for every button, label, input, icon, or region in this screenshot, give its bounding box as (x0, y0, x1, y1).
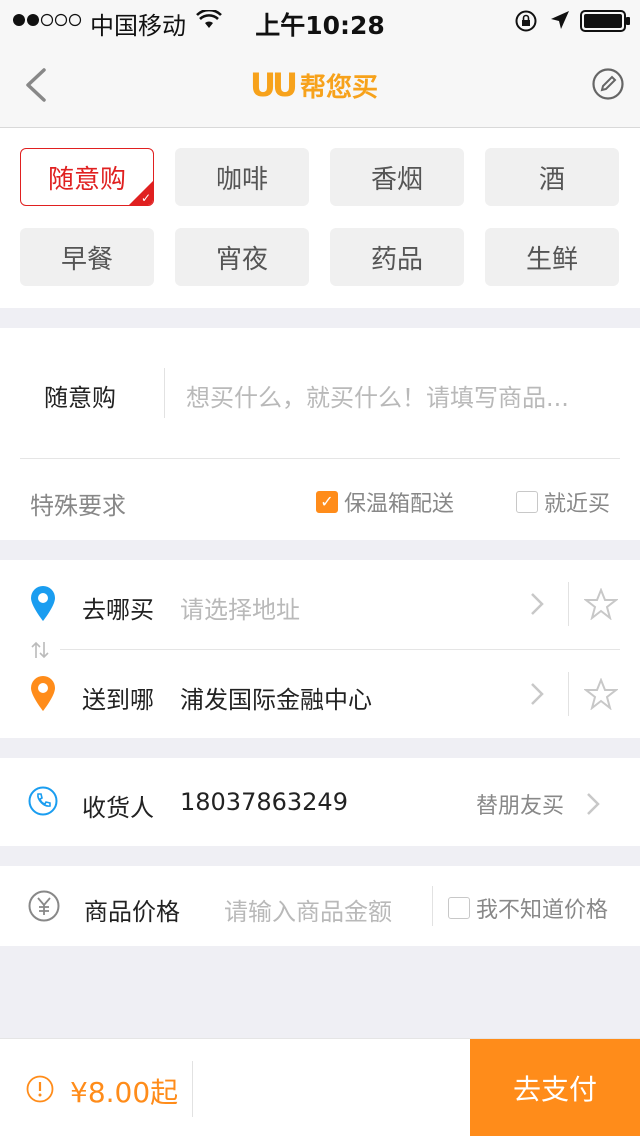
price-label: 商品价格 (84, 898, 180, 926)
buy-location-label: 去哪买 (82, 596, 154, 624)
unknown-price-option[interactable]: 我不知道价格 (448, 892, 608, 924)
category-fresh-food[interactable]: 生鲜 (485, 228, 619, 286)
rotation-lock-icon (515, 10, 537, 32)
insulated-delivery-option[interactable]: ✓ 保温箱配送 (316, 486, 454, 518)
status-time: 上午10:28 (255, 11, 385, 40)
delivery-fee: ¥8.00起 (70, 1076, 179, 1109)
receiver-phone[interactable]: 18037863249 (180, 788, 348, 816)
category-label: 宵夜 (215, 244, 268, 275)
price-input[interactable]: 请输入商品金额 (224, 892, 392, 927)
category-late-snack[interactable]: 宵夜 (175, 228, 309, 286)
category-random-buy[interactable]: 随意购 ✓ (20, 148, 154, 206)
divider (432, 886, 433, 926)
checkbox-unchecked-icon[interactable] (516, 491, 538, 513)
buy-location-input[interactable]: 请选择地址 (180, 590, 300, 625)
chevron-right-icon (587, 793, 600, 815)
insulated-delivery-label: 保温箱配送 (344, 492, 455, 517)
receiver-section: 收货人 18037863249 替朋友买 (0, 758, 640, 846)
item-description-section: 随意购 想买什么，就买什么！请填写商品... 特殊要求 ✓ 保温箱配送 就近买 (0, 328, 640, 540)
pay-button[interactable]: 去支付 (470, 1039, 640, 1136)
pay-button-label: 去支付 (512, 1073, 597, 1106)
deliver-location-row[interactable]: 送到哪 浦发国际金融中心 (0, 650, 560, 738)
logo-text: 帮您买 (299, 72, 378, 103)
edit-pencil-icon[interactable] (592, 68, 624, 100)
logo-mark: UU (250, 66, 298, 104)
divider (192, 1061, 193, 1117)
category-label: 咖啡 (215, 164, 268, 195)
category-medicine[interactable]: 药品 (330, 228, 464, 286)
category-label: 随意购 (47, 164, 126, 195)
battery-icon (580, 10, 630, 32)
phone-icon (28, 786, 58, 816)
category-label: 生鲜 (525, 244, 578, 275)
category-cigarettes[interactable]: 香烟 (330, 148, 464, 206)
favorite-star-icon[interactable] (584, 588, 618, 620)
price-section: 商品价格 请输入商品金额 我不知道价格 (0, 866, 640, 946)
buy-for-friend-link[interactable]: 替朋友买 (476, 788, 600, 820)
category-label: 药品 (370, 244, 423, 275)
unknown-price-label: 我不知道价格 (476, 898, 609, 923)
check-icon: ✓ (140, 191, 151, 205)
divider (20, 458, 620, 459)
checkbox-unchecked-icon[interactable] (448, 897, 470, 919)
divider (164, 368, 165, 418)
buy-for-friend-label: 替朋友买 (476, 794, 565, 819)
buy-location-row[interactable]: 去哪买 请选择地址 (0, 560, 560, 648)
item-description-input[interactable]: 想买什么，就买什么！请填写商品... (186, 378, 606, 413)
divider (568, 582, 569, 626)
category-label: 香烟 (370, 164, 423, 195)
back-arrow-icon[interactable] (24, 68, 48, 102)
yuan-icon (28, 890, 60, 922)
receiver-label: 收货人 (82, 794, 154, 822)
divider (568, 672, 569, 716)
checkbox-checked-icon[interactable]: ✓ (316, 491, 338, 513)
category-label: 早餐 (60, 244, 113, 275)
info-exclamation-icon[interactable] (26, 1075, 54, 1103)
location-pin-blue-icon (31, 586, 55, 621)
address-section: 去哪买 请选择地址 送到哪 浦发国际金融中心 (0, 560, 640, 738)
location-arrow-icon (551, 11, 569, 29)
deliver-location-label: 送到哪 (82, 686, 154, 714)
special-request-label: 特殊要求 (30, 492, 126, 520)
buy-nearby-label: 就近买 (544, 492, 611, 517)
category-label: 酒 (538, 164, 565, 195)
description-label: 随意购 (44, 384, 116, 412)
chevron-right-icon (531, 683, 544, 705)
bottom-bar: ¥8.00起 去支付 (0, 1038, 640, 1136)
favorite-star-icon[interactable] (584, 678, 618, 710)
status-bar: 中国移动 上午10:28 (0, 0, 640, 40)
category-breakfast[interactable]: 早餐 (20, 228, 154, 286)
buy-nearby-option[interactable]: 就近买 (516, 486, 610, 518)
chevron-right-icon (531, 593, 544, 615)
category-grid: 随意购 ✓ 咖啡 香烟 酒 早餐 宵夜 药品 生鲜 (0, 128, 640, 308)
app-logo: UU 帮您买 (250, 66, 378, 104)
category-coffee[interactable]: 咖啡 (175, 148, 309, 206)
category-alcohol[interactable]: 酒 (485, 148, 619, 206)
deliver-location-value[interactable]: 浦发国际金融中心 (180, 680, 372, 715)
location-pin-orange-icon (31, 676, 55, 711)
navigation-bar: UU 帮您买 (0, 40, 640, 128)
